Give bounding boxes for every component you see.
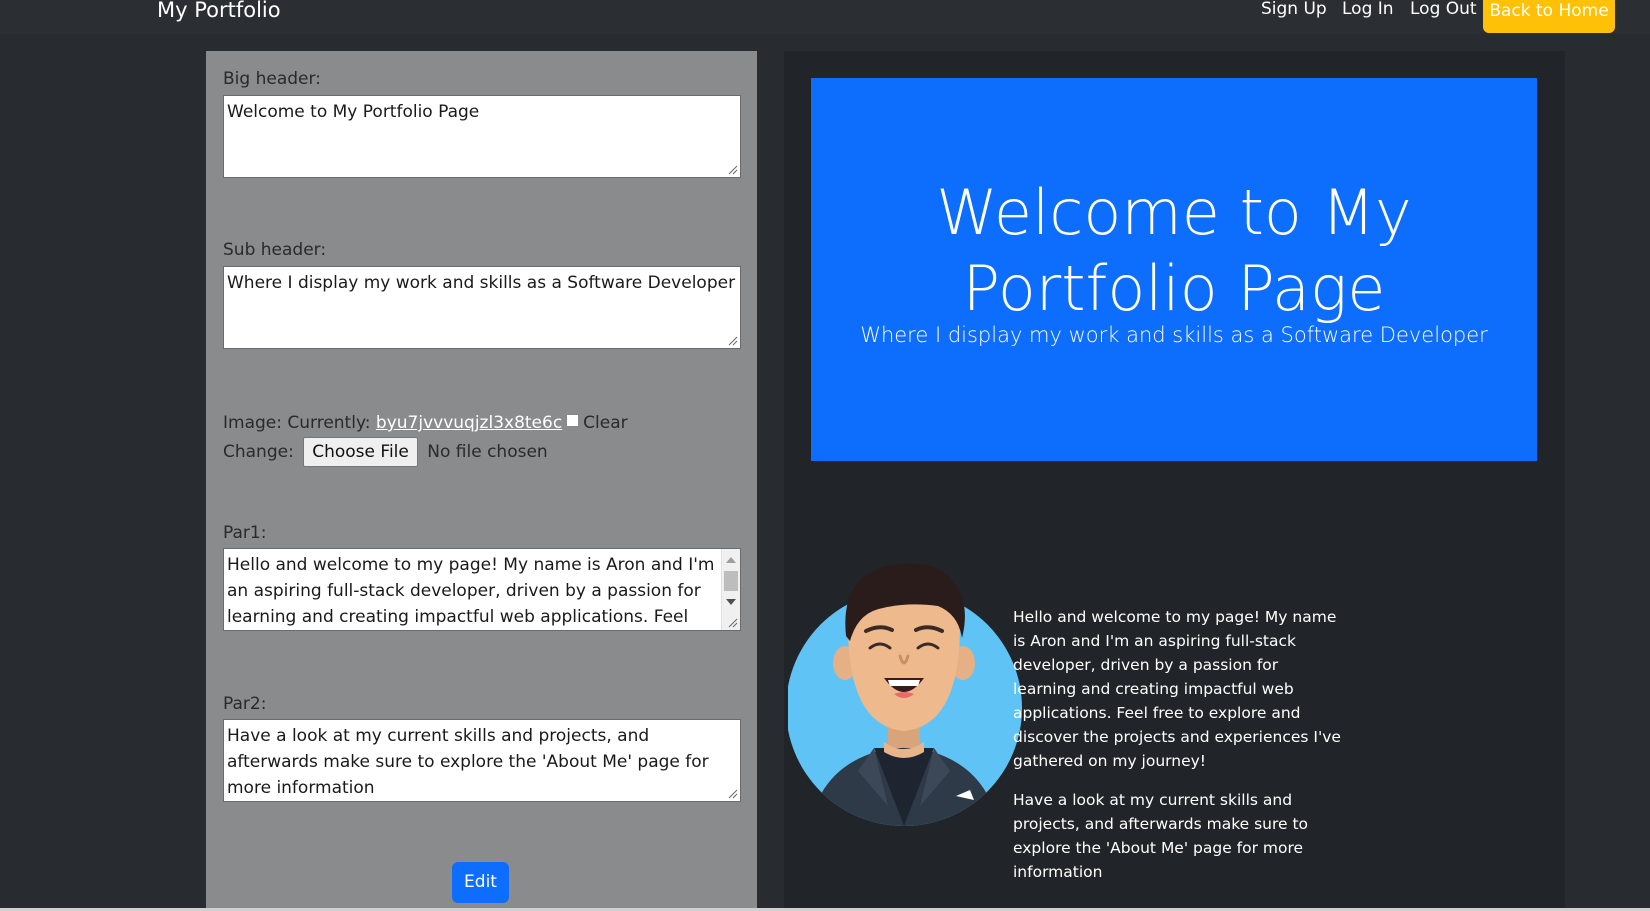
current-image-link[interactable]: byu7jvvvuqjzl3x8te6c [376, 413, 562, 433]
choose-file-button[interactable]: Choose File [303, 437, 418, 467]
back-to-home-button[interactable]: Back to Home [1483, 0, 1615, 33]
sign-up-link[interactable]: Sign Up [1261, 0, 1327, 19]
no-file-chosen-text: No file chosen [427, 442, 548, 462]
clear-label: Clear [583, 413, 628, 433]
image-change-row: Change: Choose File No file chosen [223, 437, 548, 467]
par1-text: Hello and welcome to my page! My name is… [227, 555, 715, 627]
par2-text: Have a look at my current skills and pro… [227, 726, 709, 798]
log-out-link[interactable]: Log Out [1410, 0, 1477, 19]
hero-subtitle: Where I display my work and skills as a … [860, 323, 1488, 347]
sub-header-textarea[interactable]: Where I display my work and skills as a … [223, 266, 741, 349]
preview-panel: Welcome to My Portfolio Page Where I dis… [784, 51, 1565, 911]
edit-form-panel: Big header: Welcome to My Portfolio Page… [206, 51, 757, 911]
resize-grip-icon[interactable] [728, 165, 738, 175]
smiling-man-avatar-icon [788, 563, 1022, 826]
resize-grip-icon[interactable] [728, 618, 738, 628]
image-label: Image: Currently: [223, 413, 371, 433]
scroll-up-arrow-icon[interactable] [726, 557, 736, 563]
resize-grip-icon[interactable] [728, 336, 738, 346]
sub-header-text: Where I display my work and skills as a … [227, 273, 736, 293]
big-header-label: Big header: [223, 69, 321, 89]
par1-textarea[interactable]: Hello and welcome to my page! My name is… [223, 548, 741, 631]
par1-label: Par1: [223, 523, 267, 543]
brand-title[interactable]: My Portfolio [157, 0, 281, 22]
change-label: Change: [223, 442, 294, 462]
big-header-text: Welcome to My Portfolio Page [227, 102, 480, 122]
image-current-row: Image: Currently: byu7jvvvuqjzl3x8te6c Cl… [223, 413, 628, 433]
hero-banner: Welcome to My Portfolio Page Where I dis… [811, 78, 1537, 461]
clear-image-checkbox[interactable] [566, 414, 580, 427]
scroll-thumb[interactable] [724, 571, 738, 591]
hero-title: Welcome to My Portfolio Page [936, 176, 1412, 325]
par2-textarea[interactable]: Have a look at my current skills and pro… [223, 719, 741, 802]
preview-paragraph-2: Have a look at my current skills and pro… [1013, 791, 1309, 881]
log-in-link[interactable]: Log In [1342, 0, 1394, 19]
preview-paragraph-1: Hello and welcome to my page! My name is… [1013, 608, 1341, 770]
sub-header-label: Sub header: [223, 240, 327, 260]
edit-button[interactable]: Edit [452, 862, 509, 903]
resize-grip-icon[interactable] [728, 789, 738, 799]
scroll-down-arrow-icon[interactable] [726, 599, 736, 605]
top-navbar: My Portfolio Sign Up Log In Log Out Back… [0, 0, 1650, 34]
par2-label: Par2: [223, 694, 267, 714]
big-header-textarea[interactable]: Welcome to My Portfolio Page [223, 95, 741, 178]
